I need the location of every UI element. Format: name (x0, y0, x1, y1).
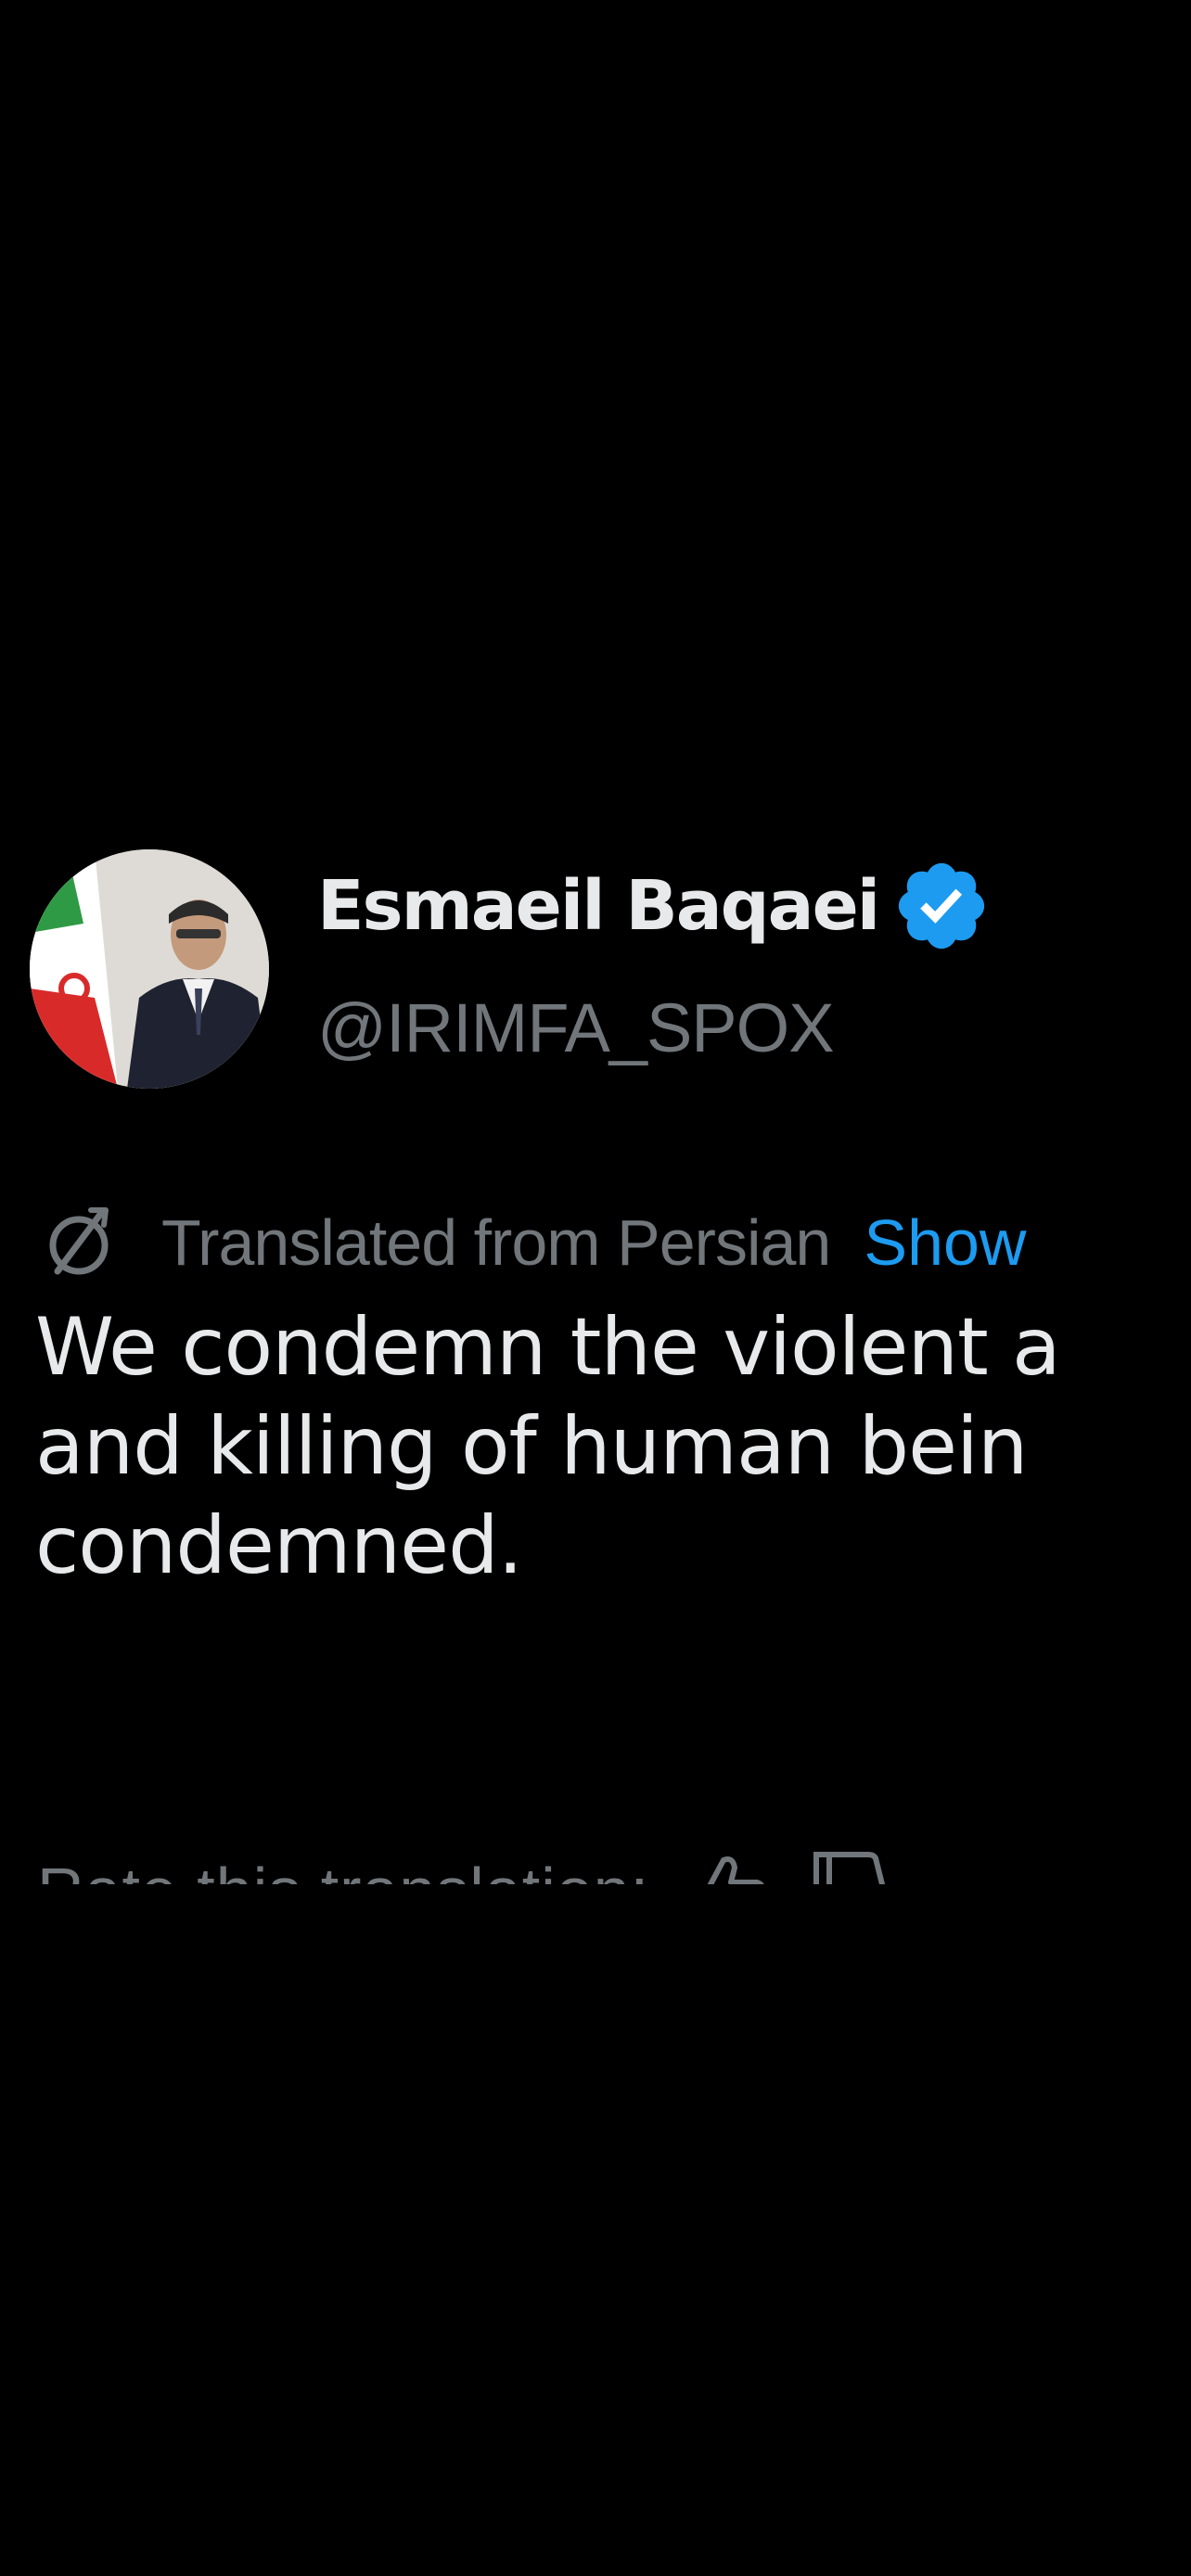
author-handle[interactable]: @IRIMFA_SPOX (317, 988, 835, 1067)
avatar-image (30, 849, 269, 1089)
verified-badge-icon (891, 856, 992, 956)
rate-translation-row: Rate this translation: (37, 1849, 890, 1884)
translate-icon (37, 1201, 121, 1284)
tweet-line: condemned. (35, 1499, 523, 1592)
translated-from-label: Translated from Persian (161, 1206, 831, 1279)
display-name[interactable]: Esmaeil Baqaei (317, 866, 880, 946)
author-name-row[interactable]: Esmaeil Baqaei (317, 862, 992, 950)
avatar[interactable] (30, 849, 269, 1089)
thumb-up-icon[interactable] (686, 1849, 770, 1884)
tweet: Esmaeil Baqaei @IRIMFA_SPOX Translated f… (0, 0, 1191, 2576)
tweet-line: We condemn the violent a (35, 1301, 1061, 1394)
translation-row: Translated from Persian Show (37, 1196, 1026, 1289)
show-original-link[interactable]: Show (864, 1205, 1026, 1280)
tweet-line: and killing of human bein (35, 1400, 1028, 1493)
thumb-down-icon[interactable] (807, 1849, 890, 1884)
rate-translation-clip: Rate this translation: (0, 1840, 1191, 1884)
rate-translation-label: Rate this translation: (37, 1854, 649, 1884)
tweet-text: We condemn the violent a and killing of … (35, 1298, 1191, 1596)
